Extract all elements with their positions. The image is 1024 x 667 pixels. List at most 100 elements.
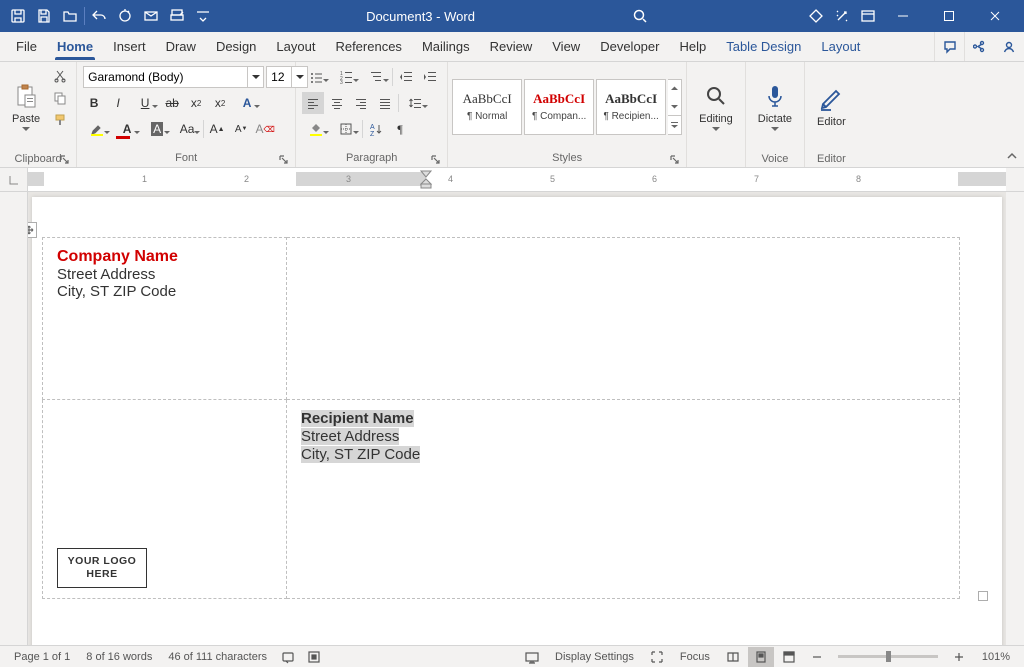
change-case-button[interactable]: Aa: [173, 118, 201, 140]
subscript-button[interactable]: x2: [185, 92, 207, 114]
zoom-out-button[interactable]: [804, 647, 830, 667]
numbering-button[interactable]: 123: [332, 66, 360, 88]
page-status[interactable]: Page 1 of 1: [6, 651, 78, 663]
hanging-indent-marker[interactable]: [420, 178, 432, 190]
web-layout-button[interactable]: [776, 647, 802, 667]
sender-city-text[interactable]: City, ST ZIP Code: [57, 283, 272, 300]
dictate-button[interactable]: Dictate: [750, 64, 800, 150]
recipient-name-text[interactable]: Recipient Name: [301, 410, 414, 427]
vertical-ruler[interactable]: [0, 192, 28, 645]
decrease-indent-button[interactable]: [395, 66, 417, 88]
bold-button[interactable]: B: [83, 92, 105, 114]
focus-icon[interactable]: [644, 647, 670, 667]
underline-button[interactable]: U: [131, 92, 159, 114]
open-icon[interactable]: [58, 4, 82, 28]
share-button[interactable]: [964, 32, 994, 61]
tab-draw[interactable]: Draw: [156, 32, 206, 61]
cut-icon[interactable]: [50, 66, 70, 86]
tab-table-design[interactable]: Table Design: [716, 32, 811, 61]
comments-button[interactable]: [934, 32, 964, 61]
undo-icon[interactable]: [87, 4, 111, 28]
table-resize-handle[interactable]: [978, 591, 988, 601]
styles-gallery-more[interactable]: [668, 79, 682, 135]
ribbon-display-icon[interactable]: [856, 4, 880, 28]
increase-indent-button[interactable]: [419, 66, 441, 88]
style-normal[interactable]: AaBbCcI ¶ Normal: [452, 79, 522, 135]
minimize-button[interactable]: [880, 0, 926, 32]
envelope-table[interactable]: Company Name Street Address City, ST ZIP…: [42, 237, 960, 599]
show-marks-button[interactable]: ¶: [389, 118, 411, 140]
recipient-cell[interactable]: Recipient Name Street Address City, ST Z…: [287, 400, 960, 599]
bullets-button[interactable]: [302, 66, 330, 88]
shrink-font-button[interactable]: A▼: [230, 118, 252, 140]
quick-print-icon[interactable]: [165, 4, 189, 28]
display-settings-label[interactable]: Display Settings: [547, 651, 642, 663]
font-name-input[interactable]: [83, 66, 248, 88]
justify-button[interactable]: [374, 92, 396, 114]
font-name-dropdown[interactable]: [248, 66, 264, 88]
table-move-handle[interactable]: [28, 222, 37, 238]
spelling-status-icon[interactable]: [275, 647, 301, 667]
paste-button[interactable]: Paste: [4, 64, 48, 150]
read-mode-button[interactable]: [720, 647, 746, 667]
tab-home[interactable]: Home: [47, 32, 103, 61]
tab-mailings[interactable]: Mailings: [412, 32, 480, 61]
tab-help[interactable]: Help: [669, 32, 716, 61]
redo-icon[interactable]: [113, 4, 137, 28]
document-canvas[interactable]: Company Name Street Address City, ST ZIP…: [28, 192, 1006, 645]
tab-insert[interactable]: Insert: [103, 32, 156, 61]
search-icon[interactable]: [626, 8, 654, 24]
horizontal-ruler[interactable]: 1 2 3 4 5 6 7 8: [0, 168, 1024, 192]
tab-file[interactable]: File: [6, 32, 47, 61]
close-button[interactable]: [972, 0, 1018, 32]
shading-button[interactable]: [302, 118, 330, 140]
page[interactable]: Company Name Street Address City, ST ZIP…: [32, 197, 1002, 645]
word-count-status[interactable]: 8 of 16 words: [78, 651, 160, 663]
superscript-button[interactable]: x2: [209, 92, 231, 114]
align-center-button[interactable]: [326, 92, 348, 114]
sort-button[interactable]: AZ: [365, 118, 387, 140]
wand-icon[interactable]: [830, 4, 854, 28]
char-count-status[interactable]: 46 of 111 characters: [160, 651, 275, 663]
zoom-level[interactable]: 101%: [974, 651, 1018, 663]
highlight-button[interactable]: [83, 118, 111, 140]
styles-launcher-icon[interactable]: [668, 153, 680, 165]
print-layout-button[interactable]: [748, 647, 774, 667]
sender-cell[interactable]: Company Name Street Address City, ST ZIP…: [43, 238, 287, 400]
clear-formatting-button[interactable]: A⌫: [254, 118, 276, 140]
mail-icon[interactable]: [139, 4, 163, 28]
font-size-input[interactable]: [266, 66, 292, 88]
strikethrough-button[interactable]: ab: [161, 92, 183, 114]
paragraph-launcher-icon[interactable]: [429, 153, 441, 165]
collapse-ribbon-button[interactable]: [1000, 151, 1024, 163]
copy-icon[interactable]: [50, 88, 70, 108]
character-shading-button[interactable]: A: [143, 118, 171, 140]
editing-button[interactable]: Editing: [691, 64, 741, 150]
style-company[interactable]: AaBbCcI ¶ Compan...: [524, 79, 594, 135]
tab-developer[interactable]: Developer: [590, 32, 669, 61]
recipient-city-text[interactable]: City, ST ZIP Code: [301, 446, 420, 463]
font-launcher-icon[interactable]: [277, 153, 289, 165]
account-icon[interactable]: [994, 32, 1024, 61]
format-painter-icon[interactable]: [50, 110, 70, 130]
focus-label[interactable]: Focus: [672, 651, 718, 663]
zoom-in-button[interactable]: [946, 647, 972, 667]
tab-review[interactable]: Review: [480, 32, 543, 61]
logo-placeholder[interactable]: YOUR LOGO HERE: [57, 548, 147, 588]
vertical-scrollbar[interactable]: [1006, 192, 1024, 645]
tab-layout[interactable]: Layout: [266, 32, 325, 61]
clipboard-launcher-icon[interactable]: [58, 153, 70, 165]
style-recipient[interactable]: AaBbCcI ¶ Recipien...: [596, 79, 666, 135]
blank-top-cell[interactable]: [287, 238, 960, 400]
tab-table-layout[interactable]: Layout: [811, 32, 870, 61]
sender-street-text[interactable]: Street Address: [57, 266, 272, 283]
editor-button[interactable]: Editor: [809, 64, 854, 150]
tab-design[interactable]: Design: [206, 32, 266, 61]
grow-font-button[interactable]: A▲: [206, 118, 228, 140]
autosave-icon[interactable]: [6, 4, 30, 28]
align-left-button[interactable]: [302, 92, 324, 114]
tab-view[interactable]: View: [542, 32, 590, 61]
maximize-button[interactable]: [926, 0, 972, 32]
recipient-street-text[interactable]: Street Address: [301, 428, 399, 445]
zoom-slider[interactable]: [838, 655, 938, 658]
